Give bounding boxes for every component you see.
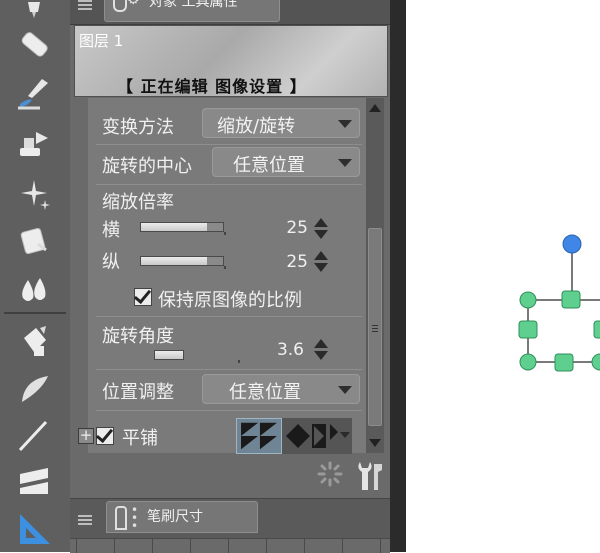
scale-vertical-fill [141, 257, 207, 265]
property-scrollbar[interactable] [366, 98, 384, 453]
frame-icon[interactable] [14, 464, 54, 500]
spin-down-icon[interactable] [314, 230, 328, 239]
tile-repeat-icon [241, 422, 277, 450]
spin-up-icon[interactable] [314, 251, 328, 260]
line-icon[interactable] [14, 418, 54, 454]
corner-handle-bottom-left[interactable] [519, 353, 537, 371]
expand-icon[interactable]: + [78, 428, 94, 444]
tab-tool-property[interactable]: ⚙ 对象 工具属性 [104, 0, 280, 22]
edge-handle-left[interactable] [518, 320, 538, 339]
tab-brush-size-label: 笔刷尺寸 [147, 509, 203, 525]
tile-mirror-icon [286, 424, 350, 448]
panel-menu-icon[interactable] [78, 513, 92, 525]
panel-border [390, 0, 406, 552]
tab-brush-size[interactable]: • • • 笔刷尺寸 [106, 501, 258, 533]
scale-horizontal-fill [141, 223, 207, 231]
tab-tool-property-label: 对象 工具属性 [149, 0, 238, 10]
scroll-down-icon[interactable] [369, 439, 381, 447]
rotation-center-dropdown[interactable]: 任意位置 [212, 147, 360, 177]
tool-palette [0, 0, 70, 552]
spin-up-icon[interactable] [314, 339, 328, 348]
edge-handle-right[interactable] [593, 320, 600, 339]
panel-tab-bar: ⚙ 对象 工具属性 [70, 0, 390, 25]
layer-name: 图层 1 [79, 32, 124, 50]
scale-horizontal-slider[interactable] [140, 220, 226, 235]
scale-horizontal-spinner[interactable] [314, 217, 328, 241]
scale-vertical-spinner[interactable] [314, 250, 328, 274]
edge-handle-top[interactable] [561, 290, 581, 309]
loading-spinner-icon [316, 460, 344, 488]
chevron-down-icon [338, 120, 352, 128]
divider [96, 316, 362, 317]
tile-pattern-repeat-button[interactable] [236, 418, 282, 454]
pen-nib-icon [115, 506, 127, 530]
layer-preview: 图层 1 【 正在编辑 图像设置 】 [74, 25, 388, 97]
keep-ratio-label: 保持原图像的比例 [158, 290, 302, 311]
position-adjust-label: 位置调整 [102, 382, 174, 403]
tool-property-panel: ⚙ 对象 工具属性 图层 1 【 正在编辑 图像设置 】 变换方法 缩放/旋转 … [70, 0, 390, 553]
rotation-angle-value: 3.6 [276, 340, 304, 360]
brush-dots-icon: • • • [131, 503, 139, 533]
tile-label: 平铺 [122, 428, 158, 449]
transform-method-label: 变换方法 [102, 117, 174, 138]
scrollbar-thumb[interactable] [368, 228, 382, 426]
scroll-up-icon[interactable] [369, 104, 381, 112]
rotation-center-label: 旋转的中心 [102, 156, 192, 177]
fill-bucket-icon[interactable] [14, 324, 54, 360]
rotation-angle-fill [155, 351, 183, 359]
brush-size-tab-bar: • • • 笔刷尺寸 [70, 498, 390, 539]
tile-checkbox[interactable] [95, 424, 114, 445]
gear-icon: ⚙ [127, 0, 140, 8]
scale-vertical-label: 纵 [102, 252, 120, 273]
brush-icon[interactable] [14, 76, 54, 112]
divider [96, 144, 362, 145]
divider [96, 410, 362, 411]
transform-method-dropdown[interactable]: 缩放/旋转 [202, 108, 360, 138]
rotation-angle-slider[interactable] [154, 348, 240, 363]
divider [96, 369, 362, 370]
scale-horizontal-label: 横 [102, 220, 120, 241]
wrench-icon[interactable] [354, 458, 384, 492]
scale-vertical-value: 25 [286, 252, 308, 272]
spin-down-icon[interactable] [314, 263, 328, 272]
canvas-area [518, 234, 600, 372]
tile-pattern-mirror-button[interactable] [282, 418, 352, 454]
divider [96, 184, 362, 185]
chevron-down-icon [338, 159, 352, 167]
copy-tool-icon[interactable] [14, 224, 54, 260]
property-list: 变换方法 缩放/旋转 旋转的中心 任意位置 缩放倍率 横 25 纵 25 保持原… [78, 98, 366, 454]
spin-up-icon[interactable] [314, 218, 328, 227]
blend-drops-icon[interactable] [14, 272, 54, 308]
rotation-angle-label: 旋转角度 [102, 326, 174, 347]
panel-menu-icon[interactable] [78, 0, 92, 10]
keep-ratio-checkbox[interactable] [133, 285, 152, 306]
spin-down-icon[interactable] [314, 351, 328, 360]
brush-size-list [70, 538, 390, 553]
check-icon [95, 424, 114, 444]
edit-status: 【 正在编辑 图像设置 】 [117, 77, 307, 96]
position-adjust-dropdown[interactable]: 任意位置 [202, 374, 360, 404]
transform-method-value: 缩放/旋转 [217, 116, 296, 137]
chevron-down-icon [338, 386, 352, 394]
rotation-angle-spinner[interactable] [314, 338, 328, 362]
pen-nib-icon [113, 0, 127, 12]
rotation-handle[interactable] [562, 234, 582, 254]
toolbar-divider [4, 312, 66, 314]
check-icon [133, 285, 152, 305]
gradient-icon[interactable] [14, 372, 54, 408]
scale-label: 缩放倍率 [102, 192, 174, 213]
position-adjust-value: 任意位置 [229, 382, 301, 403]
sparkle-icon[interactable] [14, 176, 54, 212]
scale-vertical-slider[interactable] [140, 254, 226, 269]
corner-handle-top-left[interactable] [519, 291, 537, 309]
scale-horizontal-value: 25 [286, 218, 308, 238]
rotation-center-value: 任意位置 [233, 155, 305, 176]
edge-handle-bottom[interactable] [554, 353, 574, 372]
stamp-icon[interactable] [14, 128, 54, 164]
eraser-icon[interactable] [14, 28, 54, 64]
corner-handle-bottom-right[interactable] [591, 353, 600, 371]
ruler-icon[interactable] [14, 510, 54, 546]
